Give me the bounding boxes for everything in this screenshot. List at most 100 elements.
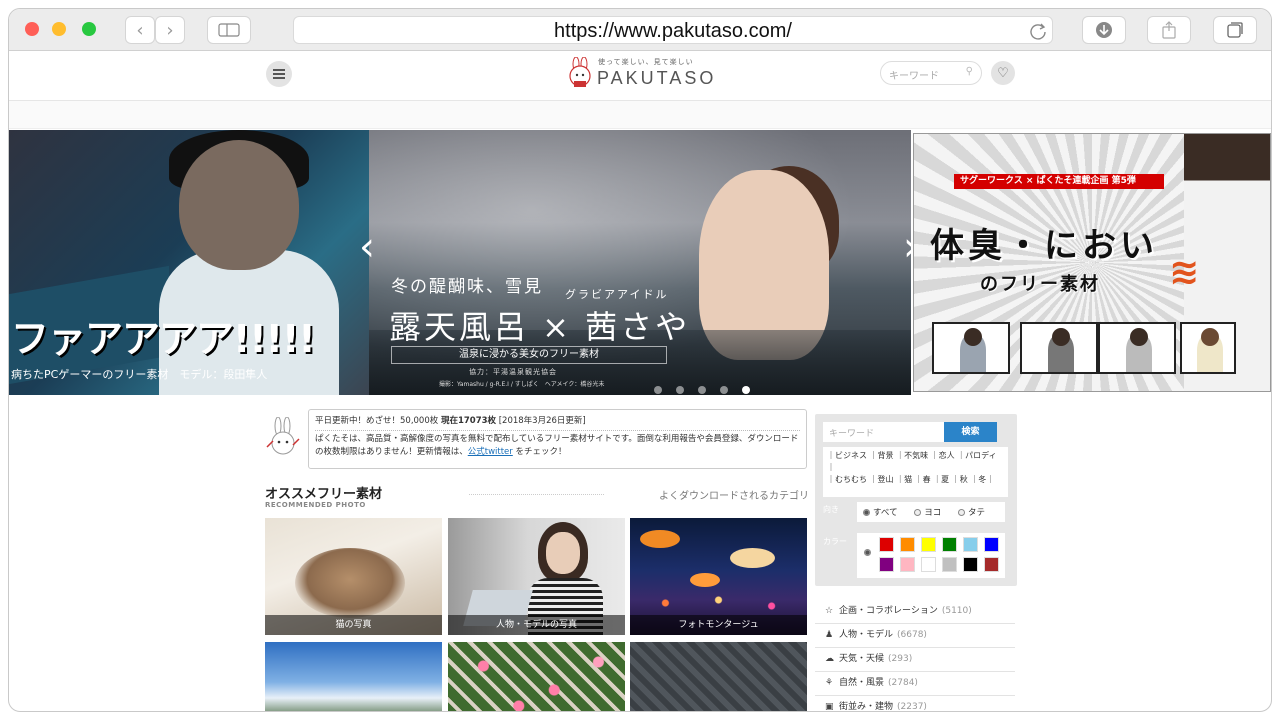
sidebar-toggle-button[interactable] — [207, 16, 251, 44]
color-swatch[interactable] — [942, 557, 957, 572]
header-strip — [9, 101, 1271, 129]
slide-gamer-headline: ファアアアア!!!!! — [11, 317, 316, 361]
slide-onsen-subtitle2: グラビアアイドル — [565, 288, 669, 301]
recommended-title: オススメフリー素材 — [265, 487, 383, 502]
chevron-left-icon: ‹ — [136, 19, 144, 41]
minimize-window-button[interactable] — [52, 22, 66, 36]
category-icon: ⚘ — [825, 678, 834, 688]
header-search-input[interactable]: キーワード ⚲ — [880, 61, 982, 85]
share-icon — [1162, 21, 1176, 39]
category-item[interactable]: ☆ 企画・コラボレーション (5110) — [815, 600, 1015, 624]
slide-gamer-caption: 病ちたPCゲーマーのフリー素材 モデル：段田隼人 — [11, 368, 268, 381]
carousel-prev-button[interactable]: ‹ — [355, 227, 379, 271]
color-swatch[interactable] — [879, 537, 894, 552]
color-swatch[interactable] — [900, 557, 915, 572]
section-divider — [469, 494, 604, 495]
update-status: 平日更新中！めざせ！50,000枚 現在17073枚 [2018年3月26日更新… — [315, 415, 800, 431]
zoom-window-button[interactable] — [82, 22, 96, 36]
orientation-portrait-label: タテ — [968, 508, 986, 518]
header-search-placeholder: キーワード — [889, 71, 939, 82]
color-swatch[interactable] — [942, 537, 957, 552]
slide-onsen[interactable]: 冬の醍醐味、雪見 グラビアアイドル 露天風呂 × 茜さや 温泉に浸かる美女のフリ… — [369, 130, 911, 395]
photo-card-caption: フォトモンタージュ — [630, 615, 807, 635]
color-swatch[interactable] — [984, 557, 999, 572]
sidebar-search-input[interactable]: キーワード — [823, 422, 945, 442]
photo-card-montage[interactable]: フォトモンタージュ — [630, 518, 807, 635]
color-swatch[interactable] — [963, 557, 978, 572]
back-button[interactable]: ‹ — [125, 16, 155, 44]
popular-categories-link[interactable]: よくダウンロードされるカテゴリ — [659, 487, 809, 502]
favorites-button[interactable]: ♡ — [991, 61, 1015, 85]
hero-carousel: ファアアアア!!!!! 病ちたPCゲーマーのフリー素材 モデル：段田隼人 冬の醍… — [9, 129, 1271, 395]
share-button[interactable] — [1147, 16, 1191, 44]
site-intro: 平日更新中！めざせ！50,000枚 現在17073枚 [2018年3月26日更新… — [265, 409, 807, 469]
category-count: (2237) — [897, 702, 927, 712]
carousel-dot[interactable] — [698, 386, 706, 394]
category-label: 人物・モデル — [839, 630, 894, 640]
sidebar-search-button[interactable]: 検索 — [944, 422, 997, 442]
category-item[interactable]: ⚘ 自然・風景 (2784) — [815, 672, 1015, 696]
slide-onsen-credit: 撮影：Yamashu / g-R.E.I / すしぱく ヘアメイク：橋谷光未 — [439, 381, 605, 388]
carousel-dot[interactable] — [654, 386, 662, 394]
photo-card-sky[interactable] — [265, 642, 442, 711]
category-count: (2784) — [888, 678, 918, 688]
orientation-portrait-radio[interactable]: タテ — [958, 508, 985, 518]
tag-row[interactable]: ｜ビジネス ｜背景 ｜不気味 ｜恋人 ｜パロディ — [827, 450, 1004, 462]
carousel-dot-active[interactable] — [742, 386, 750, 394]
forward-button[interactable]: › — [155, 16, 185, 44]
color-swatch[interactable] — [984, 537, 999, 552]
sidebar-search-panel: キーワード 検索 ｜ビジネス ｜背景 ｜不気味 ｜恋人 ｜パロディ ｜ ｜むちむ… — [815, 414, 1017, 586]
update-date: [2018年3月26日更新] — [496, 416, 586, 426]
photo-card-metal[interactable] — [630, 642, 807, 711]
orientation-landscape-radio[interactable]: ヨコ — [914, 508, 941, 518]
color-any-radio[interactable] — [864, 549, 871, 556]
category-item[interactable]: ▣ 街並み・建物 (2237) — [815, 696, 1015, 712]
color-swatch[interactable] — [921, 557, 936, 572]
address-bar[interactable]: https://www.pakutaso.com/ — [293, 16, 1053, 44]
tag-row[interactable]: ｜むちむち ｜登山 ｜猫 ｜春 ｜夏 ｜秋 ｜冬｜ — [827, 474, 1004, 486]
orientation-label: 向き — [823, 505, 839, 514]
category-label: 街並み・建物 — [839, 702, 894, 712]
carousel-dots — [654, 386, 750, 394]
menu-button[interactable] — [266, 61, 292, 87]
photo-card-caption: 人物・モデルの写真 — [448, 615, 625, 635]
slide-body-odor-title: 体臭・におい — [930, 226, 1158, 266]
intro-message: 平日更新中！めざせ！50,000枚 現在17073枚 [2018年3月26日更新… — [308, 409, 807, 469]
tag-list: ｜ビジネス ｜背景 ｜不気味 ｜恋人 ｜パロディ ｜ ｜むちむち ｜登山 ｜猫 … — [823, 447, 1008, 497]
sidebar-icon — [218, 23, 240, 37]
slide-onsen-coop: 協力：平湯温泉観光協会 — [469, 368, 557, 376]
search-icon[interactable]: ⚲ — [966, 66, 973, 77]
tabs-overview-button[interactable] — [1213, 16, 1257, 44]
category-item[interactable]: ♟ 人物・モデル (6678) — [815, 624, 1015, 648]
photo-card-cats[interactable]: 猫の写真 — [265, 518, 442, 635]
slide-thumb — [932, 322, 1010, 374]
site-logo[interactable]: 使って楽しい、見て楽しい PAKUTASO — [565, 55, 725, 95]
slide-thumb — [1180, 322, 1236, 374]
slide-body-odor[interactable]: サグーワークス × ぱくたそ連載企画 第5弾 体臭・におい のフリー素材 ≋ — [913, 133, 1271, 392]
category-label: 企画・コラボレーション — [839, 606, 938, 616]
color-swatch[interactable] — [900, 537, 915, 552]
tag-row: ｜ — [827, 463, 835, 472]
category-list: ☆ 企画・コラボレーション (5110) ♟ 人物・モデル (6678) ☁ 天気・天候 (29… — [815, 600, 1015, 712]
carousel-dot[interactable] — [676, 386, 684, 394]
logo-wordmark: PAKUTASO — [597, 68, 717, 88]
tabs-icon — [1227, 22, 1243, 38]
downloads-button[interactable] — [1082, 16, 1126, 44]
category-item[interactable]: ☁ 天気・天候 (293) — [815, 648, 1015, 672]
close-window-button[interactable] — [25, 22, 39, 36]
intro-body-tail: をチェック！ — [512, 447, 567, 457]
slide-onsen-band: 温泉に浸かる美女のフリー素材 — [391, 346, 667, 364]
color-label: カラー — [823, 537, 847, 546]
orientation-all-radio[interactable]: すべて — [863, 508, 898, 518]
reload-icon[interactable] — [1028, 21, 1048, 41]
twitter-link[interactable]: 公式twitter — [468, 447, 513, 457]
color-swatch[interactable] — [921, 537, 936, 552]
color-swatch[interactable] — [879, 557, 894, 572]
carousel-dot[interactable] — [720, 386, 728, 394]
photo-card-flowers[interactable] — [448, 642, 625, 711]
slide-gamer[interactable]: ファアアアア!!!!! 病ちたPCゲーマーのフリー素材 モデル：段田隼人 — [9, 130, 369, 395]
color-swatch[interactable] — [963, 537, 978, 552]
photo-card-people[interactable]: 人物・モデルの写真 — [448, 518, 625, 635]
odor-wave-icon: ≋ — [1169, 252, 1200, 293]
category-count: (6678) — [897, 630, 927, 640]
